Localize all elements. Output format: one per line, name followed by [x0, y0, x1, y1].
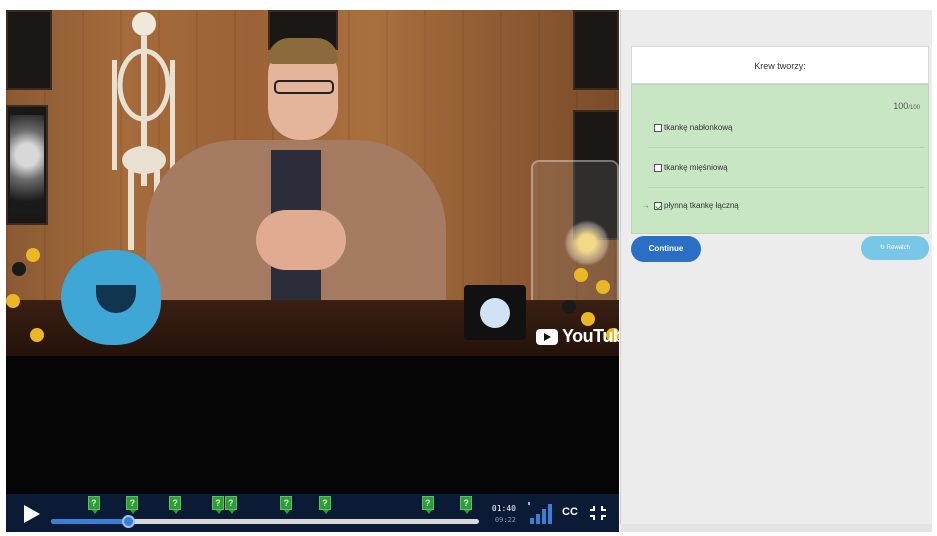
checkbox[interactable] — [654, 201, 662, 210]
total-time: 09:22 — [494, 516, 516, 524]
volume-bar — [548, 504, 552, 524]
answer-option[interactable]: tkankę nabłonkową — [654, 123, 733, 132]
progress-fill — [51, 519, 129, 524]
corner — [590, 506, 595, 511]
presenter-hands — [256, 210, 346, 270]
checkbox[interactable] — [654, 163, 662, 172]
volume-bar — [530, 518, 534, 524]
answer-label: płynną tkankę łączną — [664, 201, 739, 210]
xray-panel — [573, 10, 619, 90]
corner — [601, 515, 606, 520]
captions-button[interactable]: CC — [562, 506, 578, 518]
molecule-ball — [6, 294, 20, 308]
divider — [648, 187, 924, 188]
mug-logo — [480, 298, 510, 328]
question-marker[interactable]: ? — [169, 496, 182, 514]
exit-fullscreen-icon[interactable] — [590, 506, 606, 520]
volume-bar — [536, 514, 540, 524]
question-marker[interactable]: ? — [126, 496, 139, 514]
time-display: 01:40 09:22 — [490, 504, 516, 524]
correct-arrow-icon: → — [641, 200, 650, 210]
youtube-logo-icon — [536, 328, 558, 345]
rewatch-icon: ↻ — [879, 245, 885, 251]
score-value: 100 — [893, 101, 909, 111]
xray-image — [10, 115, 44, 215]
quiz-panel: Krew tworzy: 100/100 tkankę nabłonkową t… — [620, 10, 932, 532]
checkbox[interactable] — [654, 123, 662, 132]
current-time: 01:40 — [491, 504, 516, 513]
question-marker[interactable]: ? — [87, 496, 100, 514]
progress-thumb[interactable] — [122, 515, 136, 528]
progress-bar[interactable] — [51, 515, 479, 528]
presenter-hair — [268, 38, 338, 64]
presenter-glasses — [274, 80, 334, 94]
rewatch-label: Rewatch — [886, 245, 911, 251]
video-controls: ????????? 01:40 09:22 CC — [6, 494, 619, 532]
answer-label: tkankę nabłonkową — [664, 123, 733, 132]
youtube-watermark[interactable]: YouTube — [536, 326, 619, 347]
score: 100/100 — [893, 101, 920, 111]
answer-option[interactable]: płynną tkankę łączną — [654, 201, 739, 210]
molecule-ball — [596, 280, 610, 294]
answer-label: tkankę mięśniową — [664, 163, 728, 172]
question-markers: ????????? — [51, 496, 479, 514]
volume-bars-icon[interactable] — [526, 502, 552, 524]
rewatch-button[interactable]: ↻ Rewatch — [861, 236, 929, 260]
play-button[interactable] — [24, 505, 40, 523]
xray-panel — [6, 10, 52, 90]
light-bulb — [564, 220, 610, 266]
question-marker[interactable]: ? — [460, 496, 473, 514]
volume-dot — [528, 502, 530, 505]
score-max: /100 — [908, 105, 920, 111]
answer-option[interactable]: tkankę mięśniową — [654, 163, 728, 172]
horizontal-scrollbar[interactable] — [620, 524, 932, 532]
question-marker[interactable]: ? — [318, 496, 331, 514]
molecule-ball — [30, 328, 44, 342]
corner — [601, 506, 606, 511]
answer-area: 100/100 tkankę nabłonkową tkankę mięśnio… — [631, 84, 929, 234]
molecule-ball — [562, 300, 576, 314]
question-marker[interactable]: ? — [224, 496, 237, 514]
question-marker[interactable]: ? — [421, 496, 434, 514]
question-marker[interactable]: ? — [211, 496, 224, 514]
molecule-ball — [581, 312, 595, 326]
question-marker[interactable]: ? — [280, 496, 293, 514]
video-player[interactable]: YouTube ????????? 01:40 09:22 CC — [6, 10, 619, 532]
molecule-ball — [574, 268, 588, 282]
volume-bar — [542, 509, 546, 524]
corner — [590, 515, 595, 520]
video-frame[interactable]: YouTube — [6, 10, 619, 356]
question-title: Krew tworzy: — [631, 46, 929, 84]
youtube-watermark-label: YouTube — [562, 326, 619, 346]
page: YouTube ????????? 01:40 09:22 CC — [0, 0, 937, 536]
molecule-ball — [26, 248, 40, 262]
divider — [648, 147, 924, 148]
continue-button[interactable]: Continue — [631, 236, 701, 262]
molecule-ball — [12, 262, 26, 276]
